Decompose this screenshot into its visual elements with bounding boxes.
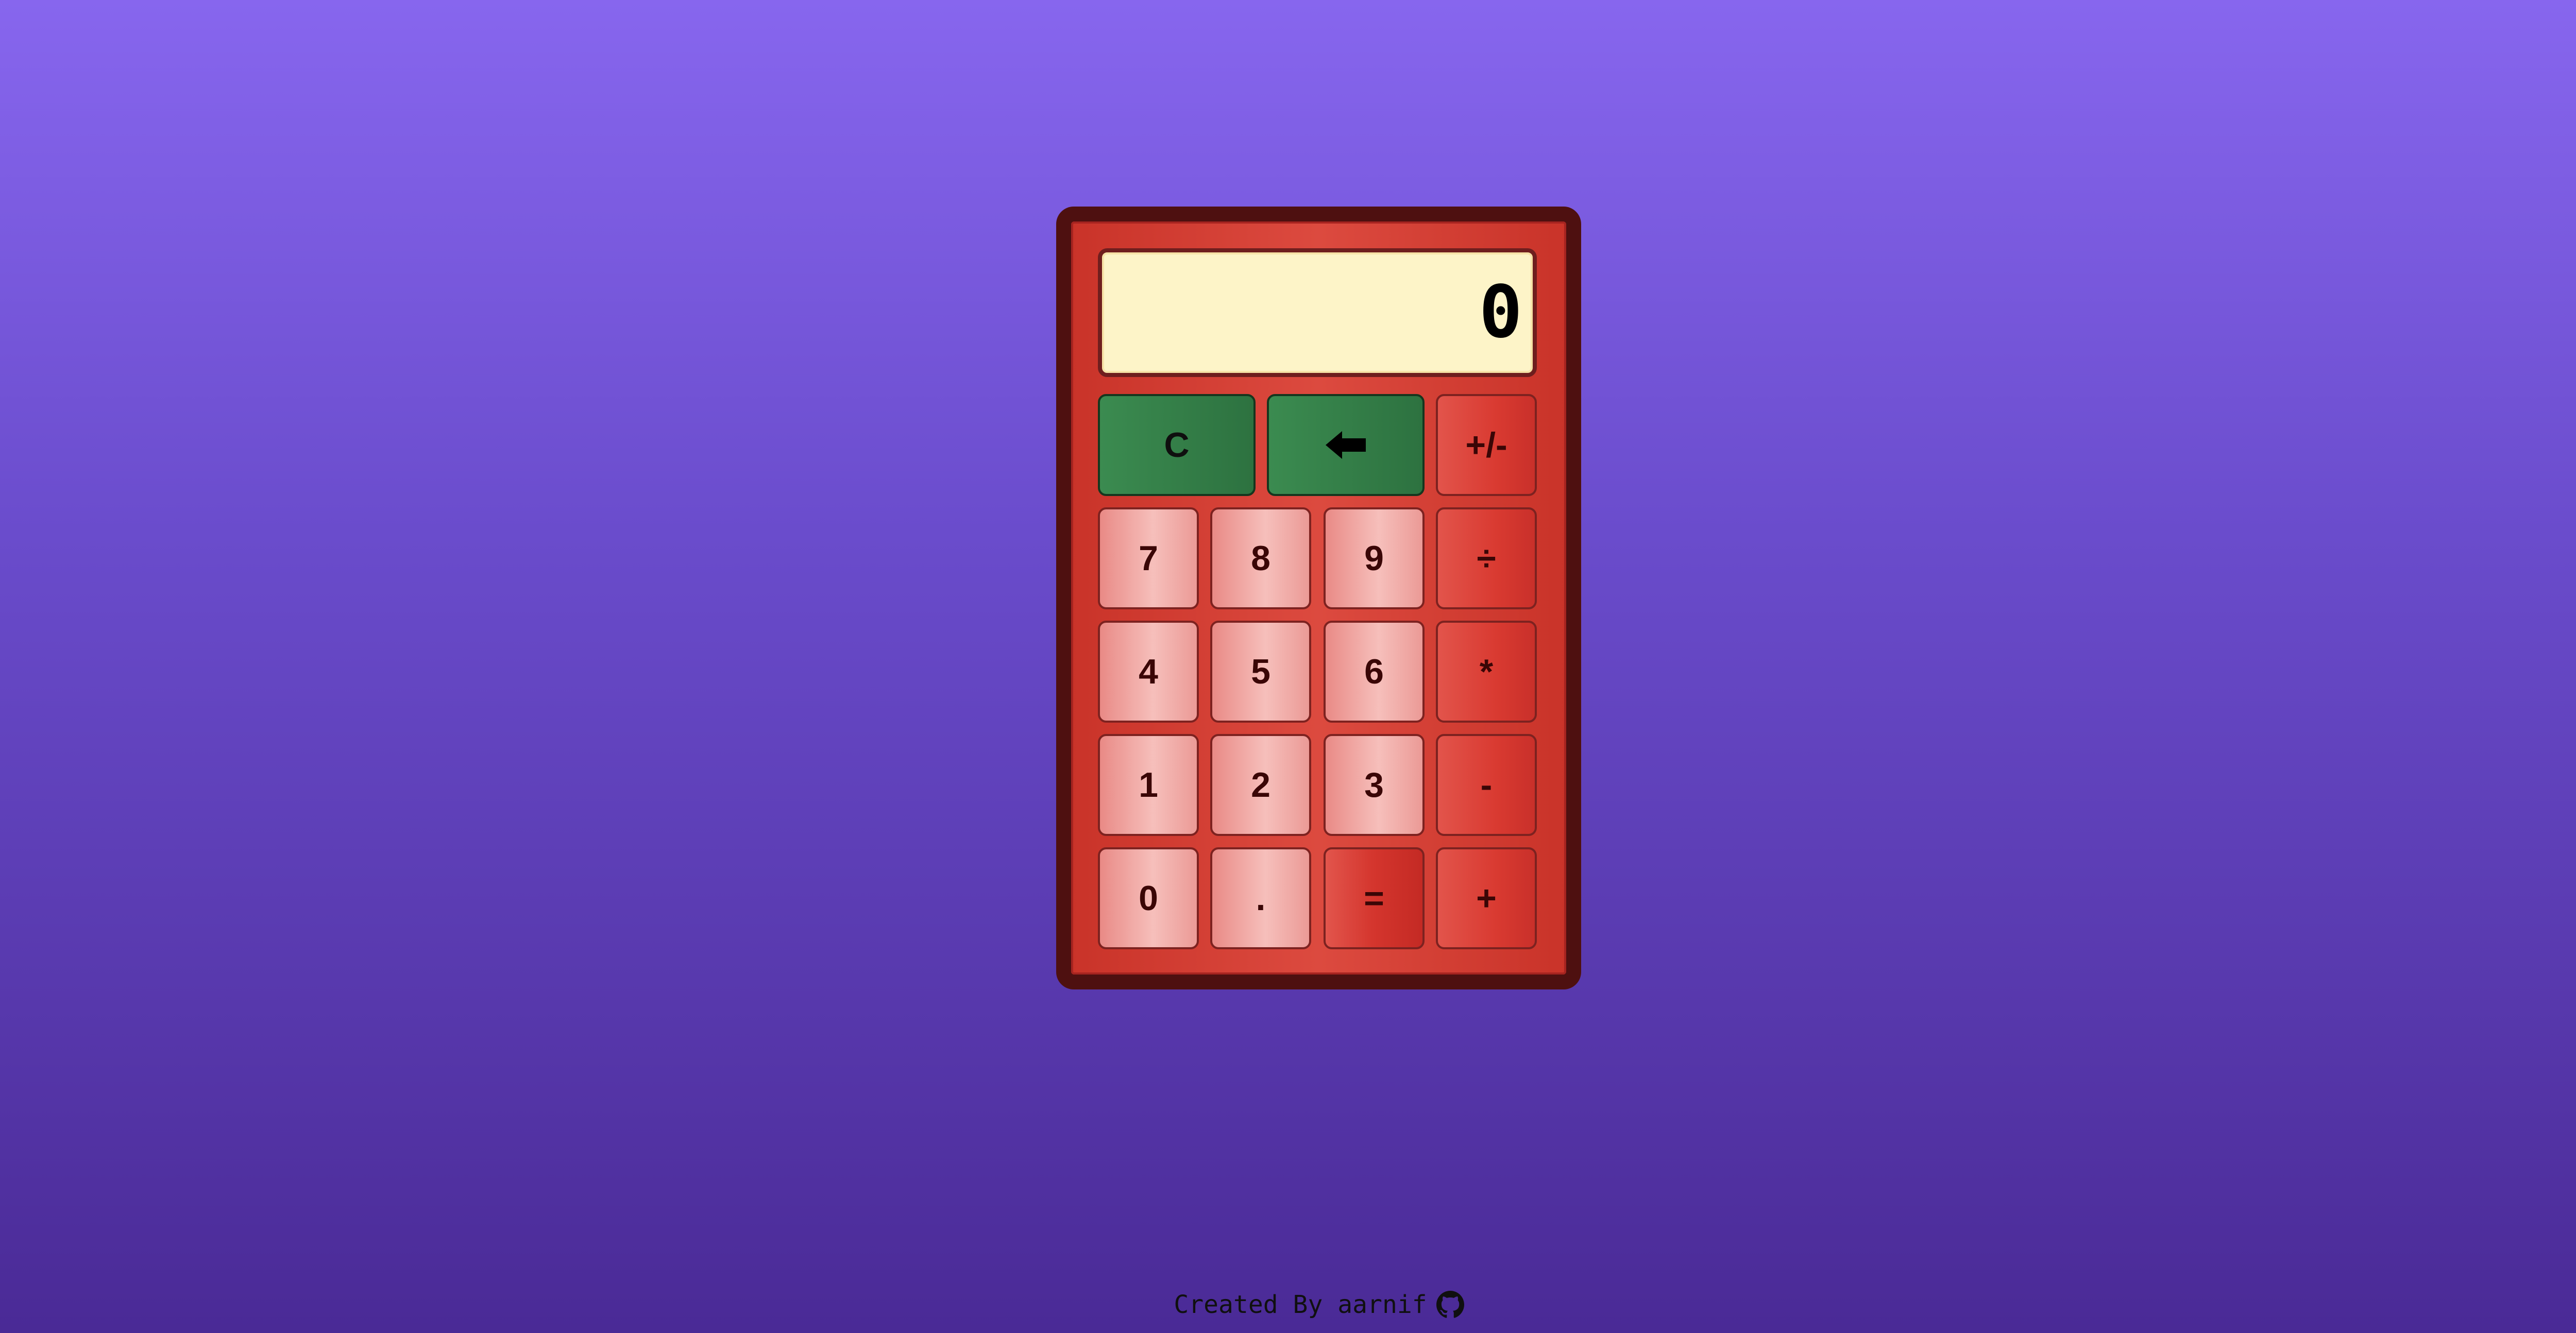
display-value: 0 xyxy=(1479,270,1522,354)
backspace-button[interactable] xyxy=(1267,394,1425,496)
footer-credit-text: Created By aarnif xyxy=(1174,1290,1427,1319)
github-icon[interactable] xyxy=(1436,1291,1464,1319)
sign-toggle-button[interactable]: +/- xyxy=(1436,394,1537,496)
footer: Created By aarnif xyxy=(0,1290,2576,1319)
display: 0 xyxy=(1098,248,1537,377)
key-8[interactable]: 8 xyxy=(1210,507,1311,609)
multiply-button[interactable]: * xyxy=(1436,621,1537,723)
equals-button[interactable]: = xyxy=(1324,847,1425,949)
key-3[interactable]: 3 xyxy=(1324,734,1425,836)
key-7[interactable]: 7 xyxy=(1098,507,1199,609)
left-arrow-icon xyxy=(1326,431,1366,459)
key-4[interactable]: 4 xyxy=(1098,621,1199,723)
calculator-face: 0 C +/- 7 8 9 ÷ 4 5 6 * 1 2 3 - 0 . = + xyxy=(1071,221,1566,975)
clear-button[interactable]: C xyxy=(1098,394,1256,496)
divide-button[interactable]: ÷ xyxy=(1436,507,1537,609)
key-2[interactable]: 2 xyxy=(1210,734,1311,836)
minus-button[interactable]: - xyxy=(1436,734,1537,836)
calculator: 0 C +/- 7 8 9 ÷ 4 5 6 * 1 2 3 - 0 . = + xyxy=(1056,207,1581,989)
key-5[interactable]: 5 xyxy=(1210,621,1311,723)
decimal-button[interactable]: . xyxy=(1210,847,1311,949)
key-0[interactable]: 0 xyxy=(1098,847,1199,949)
plus-button[interactable]: + xyxy=(1436,847,1537,949)
key-6[interactable]: 6 xyxy=(1324,621,1425,723)
key-1[interactable]: 1 xyxy=(1098,734,1199,836)
key-9[interactable]: 9 xyxy=(1324,507,1425,609)
